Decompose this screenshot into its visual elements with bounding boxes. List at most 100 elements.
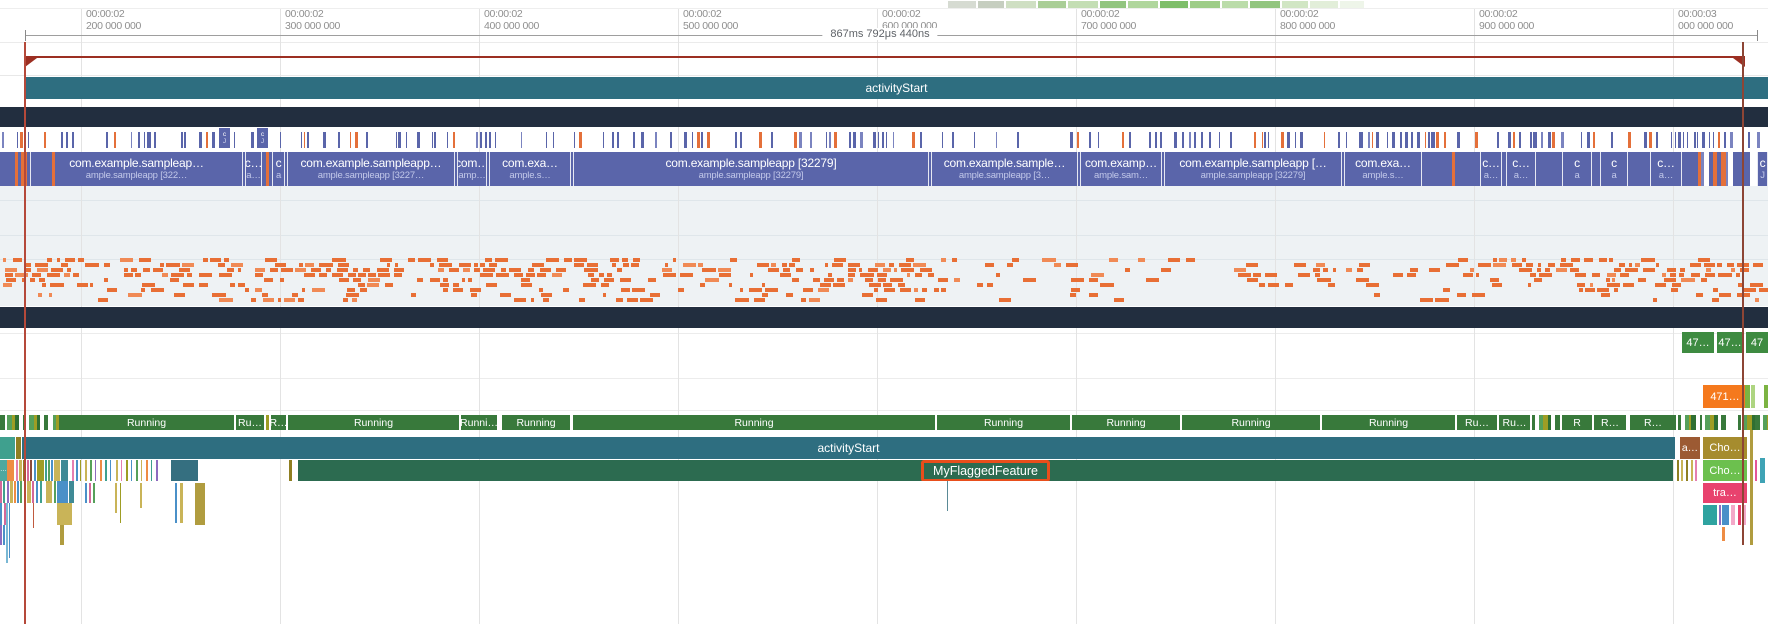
small-slice[interactable] bbox=[7, 460, 14, 481]
process-slice[interactable]: c…a… bbox=[1480, 152, 1502, 186]
thread-band-bottom[interactable] bbox=[0, 307, 1768, 328]
small-slice[interactable] bbox=[0, 481, 2, 503]
small-slice[interactable] bbox=[136, 460, 138, 481]
small-slice[interactable] bbox=[121, 460, 122, 481]
small-slice[interactable] bbox=[7, 481, 9, 503]
small-slice[interactable] bbox=[1695, 460, 1697, 481]
small-slice[interactable] bbox=[146, 460, 148, 481]
process-slice[interactable]: com.exa…ample.s… bbox=[1344, 152, 1422, 186]
small-slice[interactable] bbox=[40, 481, 42, 503]
small-slice[interactable] bbox=[89, 483, 91, 503]
process-slice[interactable]: com.example.sampleapp […ample.sampleapp … bbox=[1164, 152, 1342, 186]
process-slice[interactable]: ca bbox=[272, 152, 285, 186]
small-slice[interactable] bbox=[1731, 505, 1735, 525]
small-slice[interactable] bbox=[10, 481, 13, 503]
small-slice[interactable] bbox=[131, 460, 132, 481]
thread-state-slice-running[interactable]: Running bbox=[1182, 415, 1320, 430]
thread-state-slice-running[interactable]: Ru… bbox=[1499, 415, 1530, 430]
small-slice[interactable] bbox=[27, 460, 29, 481]
small-slice[interactable] bbox=[6, 503, 8, 563]
small-slice[interactable] bbox=[51, 460, 53, 481]
small-slice[interactable] bbox=[120, 483, 121, 523]
count-slice[interactable]: 47… bbox=[1717, 332, 1743, 353]
thread-state-slice-running[interactable]: R… bbox=[1630, 415, 1676, 430]
small-slice[interactable] bbox=[141, 460, 142, 481]
small-slice[interactable] bbox=[156, 460, 158, 481]
small-slice[interactable] bbox=[0, 525, 2, 545]
slice-ticks-track[interactable]: cJcJ bbox=[0, 128, 1768, 148]
small-slice[interactable] bbox=[95, 460, 96, 481]
small-slice[interactable] bbox=[80, 460, 81, 481]
small-slice[interactable] bbox=[1681, 460, 1683, 481]
process-slice[interactable]: cJ bbox=[1757, 152, 1768, 186]
thread-state-slice-running[interactable]: Running bbox=[1322, 415, 1455, 430]
measurement-start-cursor[interactable] bbox=[24, 42, 26, 624]
small-slice[interactable] bbox=[16, 460, 18, 481]
slice-fragment-turquoise[interactable] bbox=[0, 437, 15, 459]
small-slice[interactable] bbox=[1703, 505, 1717, 525]
process-slice[interactable]: com.example.sample…ample.sampleapp [3… bbox=[931, 152, 1078, 186]
small-slice[interactable] bbox=[46, 481, 52, 503]
thread-state-slice-running[interactable]: R… bbox=[271, 415, 286, 430]
slice-cho-green[interactable]: Cho… bbox=[1703, 460, 1747, 481]
process-track[interactable]: com.example.sampleap…ample.sampleapp [32… bbox=[0, 152, 1768, 186]
thread-state-slice-running[interactable]: Running bbox=[573, 415, 935, 430]
small-slice[interactable] bbox=[34, 460, 36, 481]
process-slice[interactable]: com.examp…ample.sam… bbox=[1080, 152, 1162, 186]
process-slice[interactable]: c…a… bbox=[1650, 152, 1682, 186]
slice-a[interactable]: a… bbox=[1680, 437, 1700, 459]
small-slice[interactable] bbox=[1691, 460, 1693, 481]
small-slice[interactable] bbox=[1738, 505, 1741, 525]
small-slice[interactable] bbox=[1760, 458, 1765, 483]
measurement-end-cursor[interactable] bbox=[1742, 42, 1744, 545]
measurement-span[interactable] bbox=[25, 56, 1745, 58]
small-slice[interactable] bbox=[110, 460, 111, 481]
small-slice[interactable] bbox=[17, 481, 19, 503]
process-slice[interactable]: c…a… bbox=[1506, 152, 1536, 186]
count-slices-track[interactable]: 47…47…47 bbox=[0, 332, 1768, 353]
small-slice[interactable] bbox=[1764, 385, 1768, 408]
small-slice[interactable] bbox=[85, 483, 87, 503]
small-slice[interactable] bbox=[180, 483, 183, 523]
small-slice[interactable] bbox=[32, 481, 34, 503]
small-slice[interactable] bbox=[9, 503, 10, 558]
process-slice[interactable]: ca bbox=[1562, 152, 1592, 186]
thread-state-slice-running[interactable]: Running bbox=[1072, 415, 1180, 430]
small-slice[interactable] bbox=[289, 460, 292, 481]
small-slice[interactable] bbox=[30, 460, 32, 481]
process-slice[interactable]: com.example.sampleapp [32279]ample.sampl… bbox=[573, 152, 929, 186]
process-slice[interactable]: com.example.sampleap…ample.sampleapp [32… bbox=[30, 152, 243, 186]
small-slice[interactable] bbox=[1745, 385, 1750, 408]
small-slice[interactable] bbox=[116, 460, 118, 481]
small-slice[interactable] bbox=[1722, 505, 1729, 525]
small-slice[interactable] bbox=[140, 483, 142, 508]
small-slice[interactable] bbox=[93, 483, 95, 503]
small-slice[interactable] bbox=[33, 503, 34, 528]
small-slice[interactable] bbox=[105, 460, 107, 481]
slice-my-flagged-feature[interactable]: MyFlaggedFeature bbox=[298, 460, 1673, 481]
thread-state-slice-running[interactable]: Running bbox=[502, 415, 570, 430]
small-slice[interactable] bbox=[45, 460, 47, 481]
small-slice[interactable] bbox=[54, 481, 56, 503]
flagged-slice-highlight[interactable]: MyFlaggedFeature bbox=[921, 460, 1050, 481]
process-slice[interactable]: com.example.sampleapp…ample.sampleapp [3… bbox=[287, 152, 455, 186]
thread-state-slice-running[interactable]: Running bbox=[937, 415, 1070, 430]
count-slice[interactable]: 47… bbox=[1682, 332, 1714, 353]
thread-state-slice-running[interactable]: Running bbox=[288, 415, 459, 430]
small-slice[interactable] bbox=[115, 483, 117, 513]
small-slice[interactable] bbox=[1755, 460, 1757, 481]
slice-tra[interactable]: tra… bbox=[1703, 483, 1747, 503]
thread-state-slice-running[interactable]: R… bbox=[1594, 415, 1626, 430]
small-slice[interactable] bbox=[19, 460, 22, 481]
labeled-tick-block[interactable]: cJ bbox=[257, 128, 268, 148]
thread-state-slice-running[interactable]: Ru… bbox=[1457, 415, 1497, 430]
counter-samples-track[interactable] bbox=[0, 186, 1768, 306]
small-slice[interactable] bbox=[76, 460, 78, 481]
small-slice[interactable] bbox=[54, 460, 60, 481]
small-slice[interactable] bbox=[27, 481, 31, 503]
small-slice[interactable] bbox=[1719, 505, 1721, 525]
small-slice[interactable] bbox=[37, 460, 44, 481]
thread-state-slice-running[interactable]: Runni… bbox=[461, 415, 497, 430]
slice-cho-khaki[interactable]: Cho… bbox=[1703, 437, 1747, 459]
small-slice[interactable] bbox=[3, 525, 5, 545]
